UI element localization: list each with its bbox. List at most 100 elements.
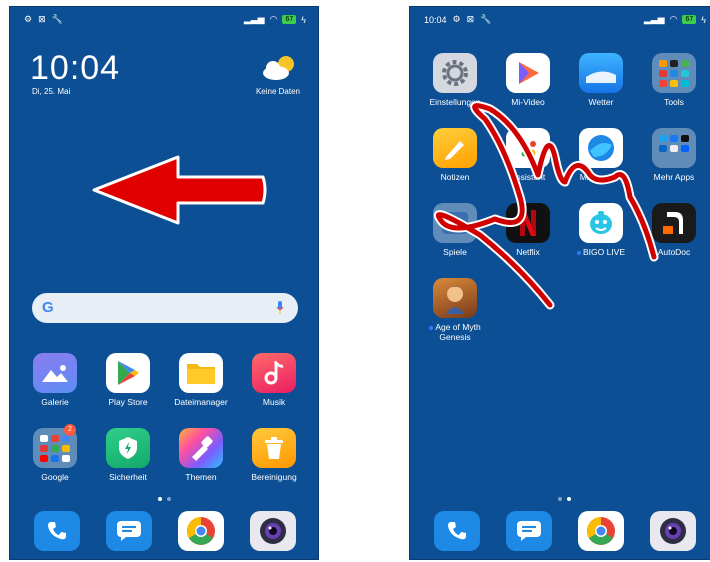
themes-brush-icon (179, 428, 223, 468)
home-screen-left: ⚙ ⊠ 🔧 ▂▃▅ ◠ 67 ϟ 10:04 Di, 25. Mai Keine… (9, 6, 319, 560)
netflix-icon (506, 203, 550, 243)
status-bar: ⚙ ⊠ 🔧 ▂▃▅ ◠ 67 ϟ (10, 14, 318, 28)
app-label: Galerie (41, 397, 69, 407)
messages-icon (106, 511, 152, 551)
wrench-icon: 🔧 (51, 14, 63, 24)
app-bigo-live[interactable]: BIGO LIVE (566, 203, 636, 257)
shield-icon (106, 428, 150, 468)
wifi-icon: ◠ (669, 14, 678, 24)
assistant-icon (506, 128, 550, 168)
new-install-dot (576, 250, 581, 255)
chrome-icon (578, 511, 624, 551)
app-label: Play Store (108, 397, 148, 407)
page-indicator (10, 497, 318, 501)
dock-phone[interactable] (22, 511, 92, 551)
nfc-icon: ⊠ (38, 14, 46, 24)
chrome-icon (178, 511, 224, 551)
dock-chrome[interactable] (166, 511, 236, 551)
app-label: AutoDoc (657, 247, 691, 257)
gear-icon: ⚙ (24, 14, 33, 24)
clock-widget[interactable]: 10:04 (30, 49, 120, 88)
charging-icon: ϟ (301, 14, 306, 25)
mic-icon[interactable] (276, 301, 284, 315)
app-label: Age of Myth Genesis (420, 322, 490, 342)
app-label: Assistent (510, 172, 546, 182)
dock-phone[interactable] (422, 511, 492, 551)
nfc-icon: ⊠ (466, 14, 475, 24)
app-label: Musik (262, 397, 286, 407)
app-notizen[interactable]: Notizen (420, 128, 490, 182)
charging-icon: ϟ (701, 14, 706, 25)
browser-icon (579, 128, 623, 168)
gallery-icon (33, 353, 77, 393)
app-bereinigung[interactable]: Bereinigung (239, 428, 309, 482)
app-label: Mi-Video (511, 97, 545, 107)
folder-icon (179, 353, 223, 393)
new-install-dot (429, 325, 434, 330)
music-note-icon (252, 353, 296, 393)
app-autodoc[interactable]: AutoDoc (639, 203, 709, 257)
app-folder-google[interactable]: 2 Google (20, 424, 90, 482)
games-folder-icon (433, 203, 477, 243)
trash-icon (252, 428, 296, 468)
dock-messages[interactable] (94, 511, 164, 551)
signal-icon: ▂▃▅ (643, 14, 665, 24)
status-time: 10:04 (424, 14, 447, 25)
weather-status: Keine Daten (255, 87, 300, 96)
app-wetter[interactable]: Wetter (566, 53, 636, 107)
app-netflix[interactable]: Netflix (493, 203, 563, 257)
app-play-store[interactable]: Play Store (93, 353, 163, 407)
play-store-icon (106, 353, 150, 393)
bigo-live-icon (579, 203, 623, 243)
app-label: Google (41, 472, 69, 482)
camera-icon (650, 511, 696, 551)
app-label: Notizen (440, 172, 470, 182)
app-themen[interactable]: Themen (166, 428, 236, 482)
app-label: Tools (664, 97, 684, 107)
app-dateimanager[interactable]: Dateimanager (166, 353, 236, 407)
app-sicherheit[interactable]: Sicherheit (93, 428, 163, 482)
autodoc-icon (652, 203, 696, 243)
phone-icon (434, 511, 480, 551)
battery-indicator: 67 (282, 15, 297, 24)
google-logo-icon: G (42, 299, 54, 316)
age-of-myth-icon (433, 278, 477, 318)
app-assistent[interactable]: Assistent (493, 128, 563, 182)
app-label: Einstellungen (429, 97, 481, 107)
app-label: Wetter (588, 97, 614, 107)
app-label: Bereinigung (251, 472, 297, 482)
app-folder-mehr-apps[interactable]: Mehr Apps (639, 128, 709, 182)
app-galerie[interactable]: Galerie (20, 353, 90, 407)
dock-camera[interactable] (638, 511, 708, 551)
signal-icon: ▂▃▅ (243, 14, 265, 24)
dock-messages[interactable] (494, 511, 564, 551)
app-label: Themen (185, 472, 217, 482)
tools-folder-icon (652, 53, 696, 93)
status-bar: 10:04 ⚙ ⊠ 🔧 ▂▃▅ ◠ 67 ϟ (410, 14, 710, 28)
dock-camera[interactable] (238, 511, 308, 551)
notification-badge: 2 (64, 424, 76, 436)
app-einstellungen[interactable]: Einstellungen (420, 53, 490, 107)
home-screen-right: 10:04 ⚙ ⊠ 🔧 ▂▃▅ ◠ 67 ϟ Einstellungen Mi-… (409, 6, 710, 560)
google-search-bar[interactable]: G (32, 293, 298, 323)
app-musik[interactable]: Musik (239, 353, 309, 407)
app-mi-browser[interactable]: Mi Browser (566, 128, 636, 182)
phone-icon (34, 511, 80, 551)
app-label: BIGO LIVE (566, 247, 636, 257)
date-label: Di, 25. Mai (32, 87, 71, 96)
wifi-icon: ◠ (269, 14, 278, 24)
settings-gear-icon (433, 53, 477, 93)
app-label: Netflix (516, 247, 540, 257)
weather-cloud-icon[interactable] (260, 55, 296, 81)
gear-icon: ⚙ (452, 14, 461, 24)
app-label: Spiele (443, 247, 467, 257)
video-play-icon (506, 53, 550, 93)
app-mi-video[interactable]: Mi-Video (493, 53, 563, 107)
app-label: Mehr Apps (653, 172, 695, 182)
wrench-icon: 🔧 (480, 14, 492, 24)
app-folder-tools[interactable]: Tools (639, 53, 709, 107)
app-folder-spiele[interactable]: Spiele (420, 203, 490, 257)
app-label: Sicherheit (109, 472, 147, 482)
dock-chrome[interactable] (566, 511, 636, 551)
app-age-of-myth[interactable]: Age of Myth Genesis (420, 278, 490, 342)
